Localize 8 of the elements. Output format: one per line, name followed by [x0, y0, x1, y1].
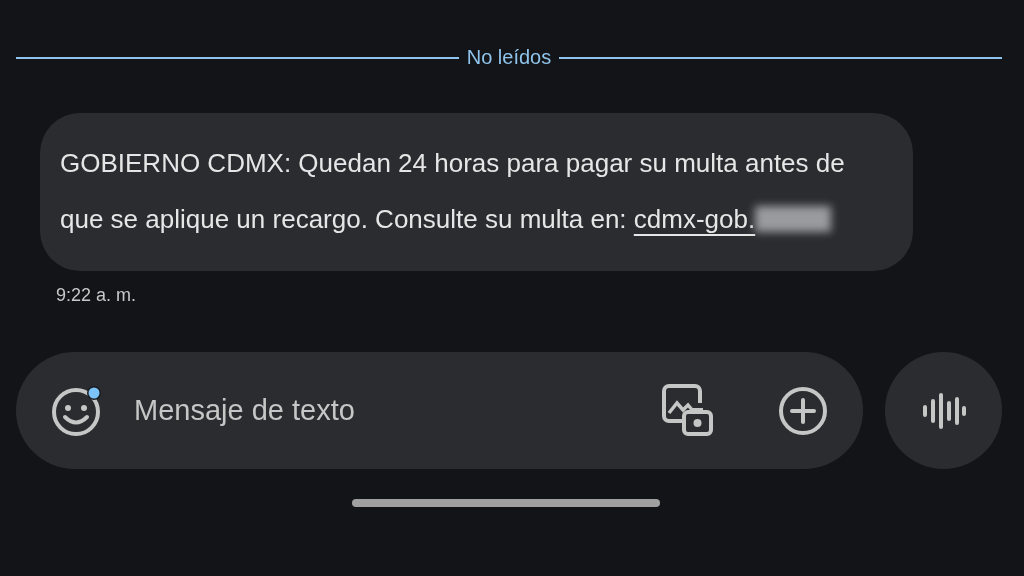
message-text: GOBIERNO CDMX: Quedan 24 horas para pagar su multa antes de que se aplique un recargo. Consulte su multa en: cdmx-gob.	[60, 147, 846, 236]
emoji-icon[interactable]	[50, 383, 104, 438]
unread-divider-label: No leídos	[466, 46, 552, 69]
add-icon[interactable]	[777, 384, 830, 437]
message-link[interactable]: cdmx-gob.	[633, 204, 832, 234]
waveform-icon	[921, 390, 966, 431]
message-time: 9:22 a. m.	[56, 285, 138, 306]
message-input[interactable]: Mensaje de texto	[132, 393, 630, 428]
